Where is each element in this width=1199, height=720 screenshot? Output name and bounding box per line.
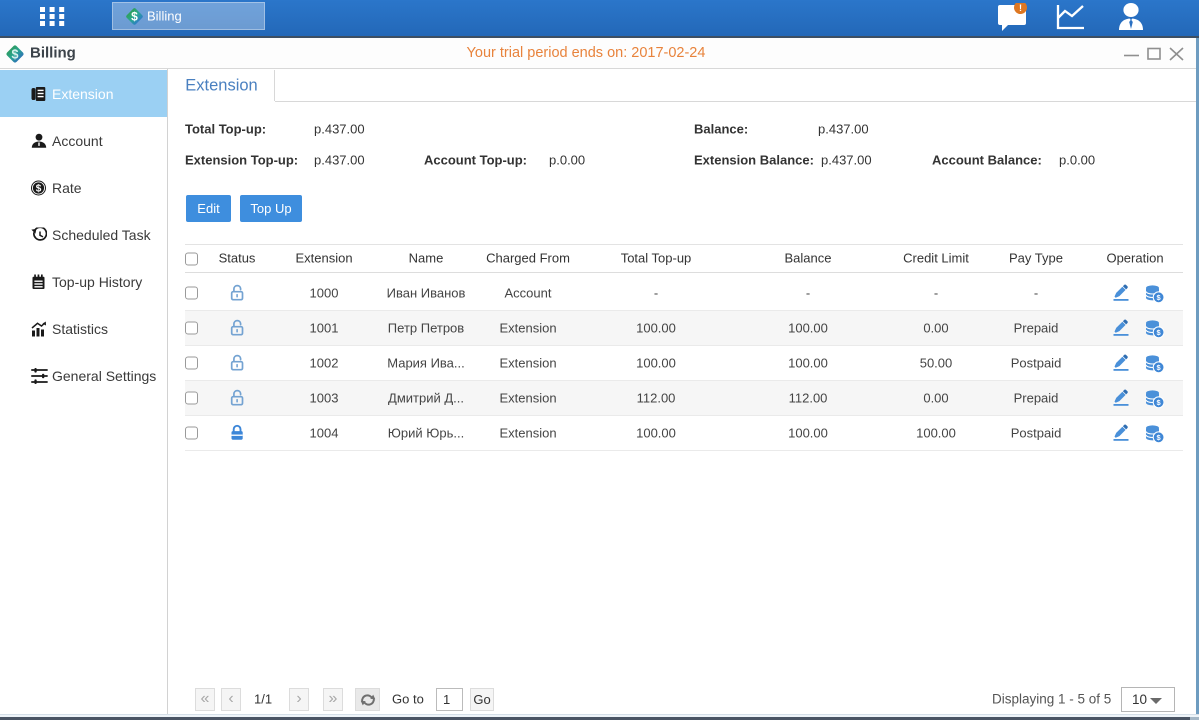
svg-text:$: $	[131, 10, 138, 24]
svg-text:!: !	[1019, 3, 1022, 13]
svg-text:$: $	[12, 47, 19, 61]
svg-text:$: $	[36, 183, 42, 194]
